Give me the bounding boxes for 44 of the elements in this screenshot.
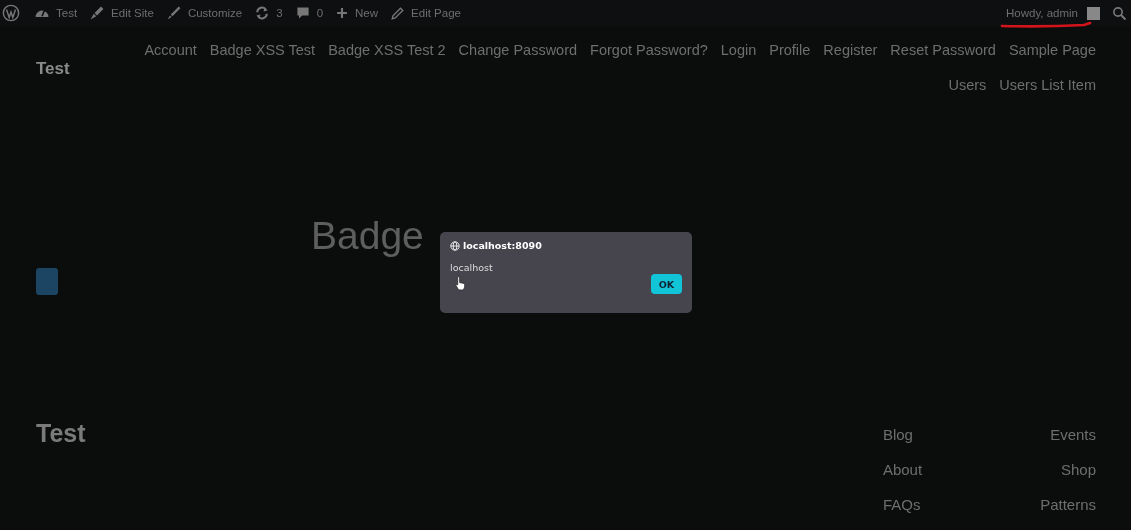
dialog-message: localhost: [450, 262, 494, 273]
search-icon[interactable]: [1112, 5, 1127, 21]
admin-bar-link[interactable]: New: [335, 6, 379, 20]
nav-link[interactable]: Users List Item: [999, 74, 1096, 96]
refresh-icon: [254, 5, 271, 21]
nav-link[interactable]: Profile: [769, 39, 811, 61]
globe-icon: [450, 240, 460, 251]
nav-link[interactable]: Account: [144, 39, 197, 61]
admin-bar-link[interactable]: Test: [34, 5, 78, 21]
user-greeting-link[interactable]: Howdy, admin: [1006, 6, 1100, 20]
nav-link[interactable]: Badge XSS Test 2: [328, 39, 446, 61]
plus-icon: [335, 6, 350, 20]
admin-bar-link[interactable]: Edit Page: [390, 5, 461, 21]
nav-link[interactable]: Register: [823, 39, 878, 61]
pencil-icon: [390, 5, 406, 21]
avatar-icon: [1087, 6, 1100, 20]
footer-link[interactable]: About: [882, 459, 923, 481]
footer-link[interactable]: Events: [1050, 424, 1096, 446]
square-block: [36, 268, 58, 295]
nav-link[interactable]: Reset Password: [890, 39, 996, 61]
ok-button[interactable]: OK: [651, 274, 682, 294]
footer-link[interactable]: Blog: [882, 424, 923, 446]
wordpress-logo-icon[interactable]: [2, 4, 20, 22]
dialog-origin-text: localhost:8090: [463, 240, 542, 251]
nav-link[interactable]: Sample Page: [1008, 39, 1096, 61]
brush-icon: [165, 5, 182, 21]
footer-link[interactable]: FAQs: [882, 494, 923, 516]
footer-link[interactable]: Shop: [1060, 459, 1096, 481]
hand-cursor-icon: [455, 276, 466, 291]
brush-icon: [89, 5, 106, 21]
site-title[interactable]: Test: [36, 59, 70, 96]
nav-link[interactable]: Badge XSS Test: [209, 39, 316, 61]
nav-link[interactable]: Forgot Password?: [590, 39, 708, 61]
admin-bar-link[interactable]: 0: [294, 5, 324, 21]
admin-bar-link[interactable]: Customize: [165, 5, 243, 21]
nav-link[interactable]: Login: [720, 39, 757, 61]
comment-icon: [294, 5, 311, 21]
footer-link[interactable]: Patterns: [1040, 494, 1096, 516]
admin-bar-link[interactable]: Edit Site: [89, 5, 154, 21]
footer-site-title[interactable]: Test: [36, 419, 86, 516]
page-title: Badge: [311, 214, 424, 258]
admin-bar-link[interactable]: 3: [254, 5, 283, 21]
nav-link[interactable]: Change Password: [458, 39, 578, 61]
nav-link[interactable]: Users: [948, 74, 987, 96]
